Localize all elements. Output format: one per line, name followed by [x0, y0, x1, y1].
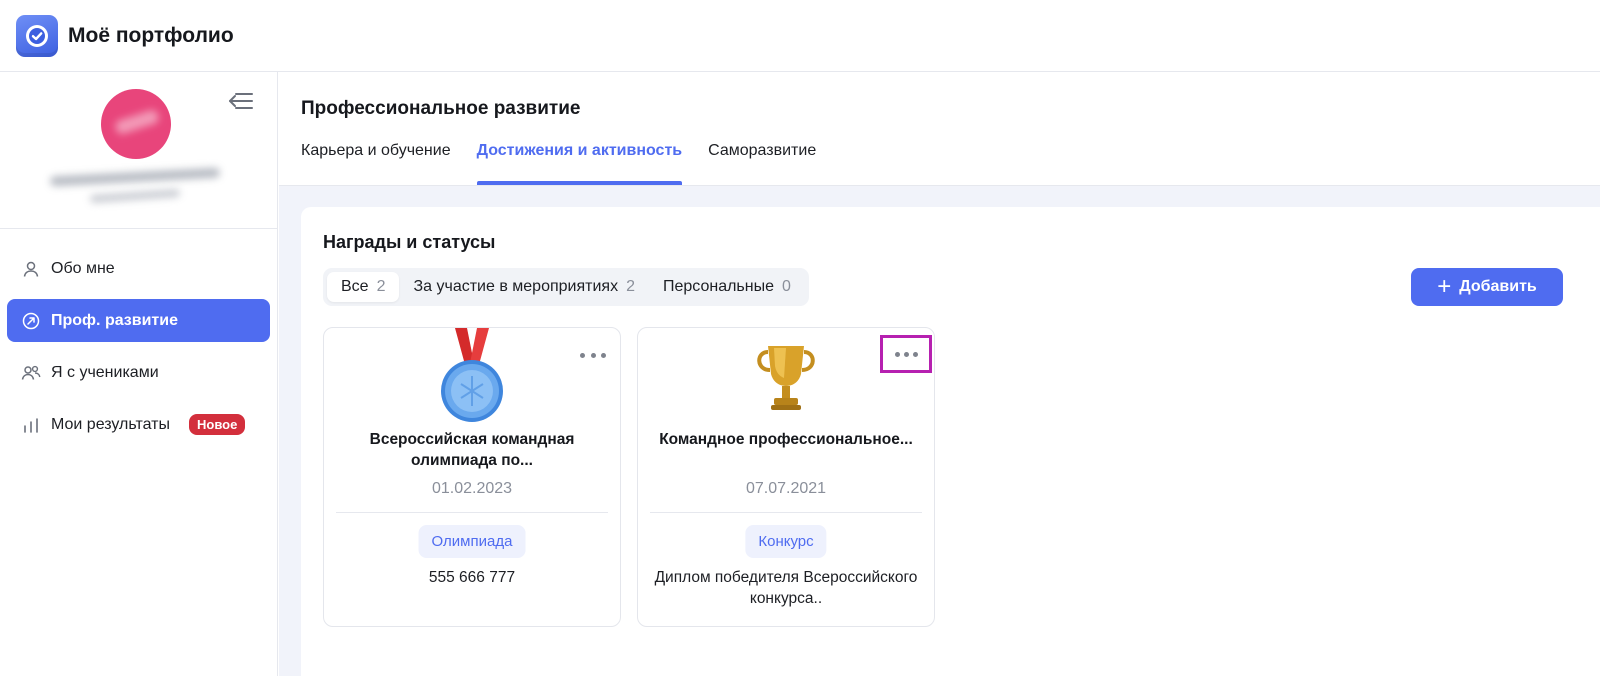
- card-more-button[interactable]: [580, 346, 606, 364]
- main-header: Профессиональное развитие Карьера и обуч…: [279, 72, 1600, 186]
- new-badge: Новое: [188, 414, 246, 435]
- filter-label: Персональные: [662, 278, 774, 295]
- add-award-button[interactable]: + Добавить: [1411, 268, 1563, 306]
- card-tag: Конкурс: [745, 525, 827, 558]
- sidebar-item-students[interactable]: Я с учениками: [7, 351, 270, 394]
- filter-all[interactable]: Все 2: [327, 272, 400, 302]
- check-badge-icon: [26, 24, 48, 47]
- tab-achievements[interactable]: Достижения и активность: [476, 142, 682, 185]
- users-icon: [21, 363, 41, 383]
- card-title: Командное профессиональное...: [659, 431, 913, 448]
- filter-personal[interactable]: Персональные 0: [649, 272, 805, 302]
- award-card[interactable]: Всероссийская командная олимпиада по... …: [323, 327, 621, 627]
- card-tag: Олимпиада: [418, 525, 526, 558]
- profile-block: [0, 72, 277, 229]
- sidebar-item-results[interactable]: Мои результаты Новое: [7, 403, 270, 446]
- collapse-sidebar-button[interactable]: [226, 90, 256, 112]
- card-divider: [650, 512, 922, 513]
- filter-count: 2: [626, 278, 635, 295]
- sidebar-nav: Обо мне Проф. развитие Я с учениками Мои…: [0, 229, 277, 446]
- card-date: 07.07.2021: [745, 480, 827, 497]
- sidebar-item-label: Мои результаты: [51, 415, 170, 433]
- tab-self-development[interactable]: Саморазвитие: [708, 142, 816, 185]
- filter-count: 2: [376, 278, 386, 295]
- awards-filter: Все 2 За участие в мероприятиях 2 Персон…: [323, 268, 809, 306]
- card-description: Диплом победителя Всероссийского конкурс…: [654, 569, 918, 607]
- app-logo[interactable]: [16, 14, 58, 57]
- section-title: Награды и статусы: [323, 232, 496, 252]
- sidebar-item-about[interactable]: Обо мне: [7, 247, 270, 290]
- plus-icon: +: [1437, 273, 1452, 300]
- collapse-menu-icon: [229, 93, 253, 109]
- user-name-blurred: [49, 167, 221, 187]
- card-more-button[interactable]: [880, 335, 932, 373]
- user-icon: [21, 259, 41, 279]
- medal-icon: [437, 328, 507, 429]
- add-button-label: Добавить: [1459, 278, 1537, 295]
- bar-chart-icon: [21, 415, 41, 435]
- award-card[interactable]: Командное профессиональное... 07.07.2021…: [637, 327, 935, 627]
- app-title: Моё портфолио: [68, 23, 234, 47]
- sidebar-item-prof-development[interactable]: Проф. развитие: [7, 299, 270, 342]
- sidebar-item-label: Обо мне: [51, 259, 115, 277]
- trophy-icon: [754, 340, 818, 417]
- user-role-blurred: [89, 188, 181, 204]
- main-content: Профессиональное развитие Карьера и обуч…: [279, 72, 1600, 676]
- card-divider: [336, 512, 608, 513]
- filter-count: 0: [782, 278, 791, 295]
- growth-arrow-icon: [21, 311, 41, 331]
- filter-label: Все: [341, 278, 369, 295]
- card-date: 01.02.2023: [431, 480, 513, 497]
- tab-career[interactable]: Карьера и обучение: [301, 142, 451, 185]
- page-title: Профессиональное развитие: [301, 98, 581, 119]
- card-description: 555 666 777: [428, 569, 516, 586]
- awards-panel: Награды и статусы Все 2 За участие в мер…: [301, 207, 1600, 676]
- sidebar-item-label: Проф. развитие: [51, 311, 178, 329]
- top-bar: Моё портфолио: [0, 0, 1600, 72]
- filter-label: За участие в мероприятиях: [413, 278, 619, 295]
- tabs: Карьера и обучение Достижения и активнос…: [301, 142, 842, 185]
- filter-participation[interactable]: За участие в мероприятиях 2: [399, 272, 649, 302]
- card-title: Всероссийская командная олимпиада по...: [369, 431, 575, 469]
- sidebar: Обо мне Проф. развитие Я с учениками Мои…: [0, 72, 278, 676]
- sidebar-item-label: Я с учениками: [51, 363, 159, 381]
- avatar[interactable]: [101, 89, 171, 159]
